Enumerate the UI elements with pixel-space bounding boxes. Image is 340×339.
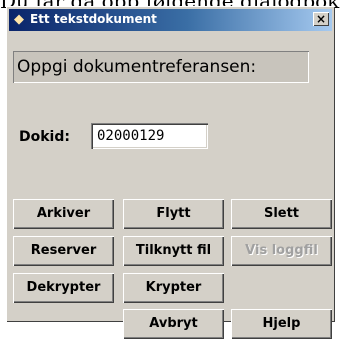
tilknytt-fil-button[interactable]: Tilknytt fil — [123, 236, 224, 266]
title-bar[interactable]: ◆ Ett tekstdokument × — [9, 9, 332, 31]
dekrypter-button[interactable]: Dekrypter — [13, 273, 114, 303]
dokid-label: Dokid: — [19, 129, 70, 145]
dialog-window: ◆ Ett tekstdokument × Oppgi dokumentrefe… — [6, 6, 335, 339]
close-button[interactable]: × — [313, 12, 329, 26]
arkiver-button[interactable]: Arkiver — [13, 199, 114, 229]
avbryt-button[interactable]: Avbryt — [123, 309, 224, 339]
hjelp-button[interactable]: Hjelp — [231, 309, 332, 339]
window-title: Ett tekstdokument — [30, 12, 157, 26]
slett-button[interactable]: Slett — [231, 199, 332, 229]
app-icon: ◆ — [14, 12, 24, 27]
heading-label: Oppgi dokumentreferansen: — [13, 51, 309, 83]
dokid-input[interactable] — [91, 123, 208, 149]
vis-loggfil-button: Vis loggfil — [231, 236, 332, 266]
krypter-button[interactable]: Krypter — [123, 273, 224, 303]
reserver-button[interactable]: Reserver — [13, 236, 114, 266]
flytt-button[interactable]: Flytt — [123, 199, 224, 229]
